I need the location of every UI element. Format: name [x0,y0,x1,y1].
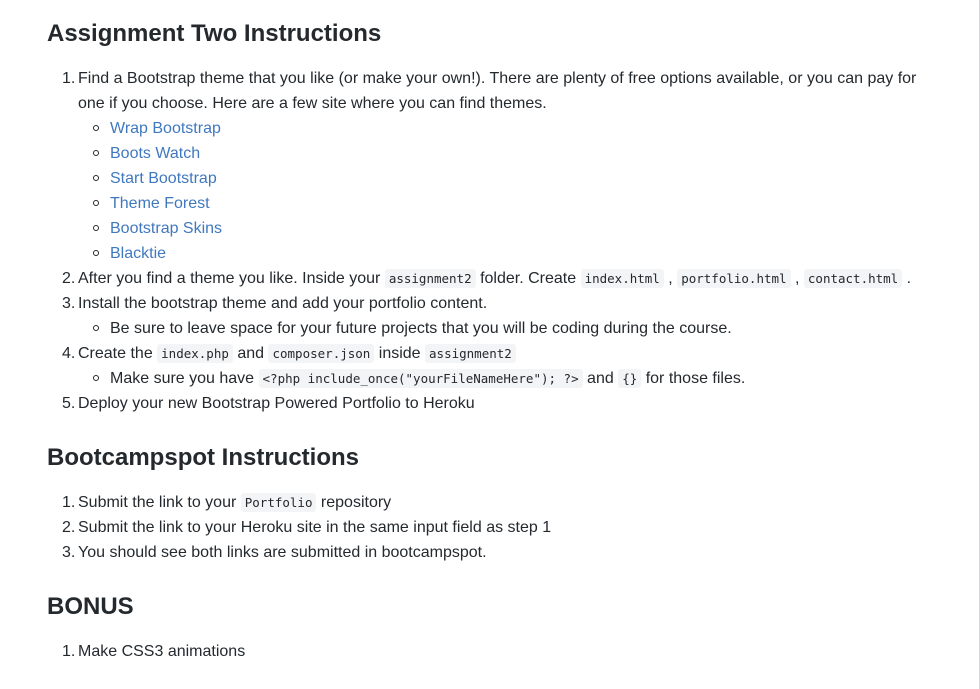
code-assignment2: assignment2 [384,269,476,288]
code-contact-html: contact.html [803,269,903,288]
bullet-icon [93,200,99,206]
bullet-icon [93,125,99,131]
bonus-heading: BONUS [47,593,134,620]
code-composer-json: composer.json [268,344,375,363]
boots-watch-link[interactable]: Boots Watch [110,141,200,166]
start-bootstrap-link[interactable]: Start Bootstrap [110,166,217,191]
step-1-text: Find a Bootstrap theme that you like (or… [78,70,917,112]
blacktie-link[interactable]: Blacktie [110,241,166,266]
bootstrap-skins-link[interactable]: Bootstrap Skins [110,216,222,241]
code-portfolio-html: portfolio.html [677,269,791,288]
assignment-step-1: 1. Find a Bootstrap theme that you like … [0,66,980,116]
bootcampspot-heading: Bootcampspot Instructions [47,444,360,471]
code-index-php: index.php [157,344,233,363]
code-braces: {} [618,369,642,388]
bullet-icon [93,150,99,156]
code-portfolio: Portfolio [240,493,317,512]
code-assignment2: assignment2 [425,344,516,363]
code-php-include: <?php include_once("yourFileNameHere"); … [258,369,583,388]
code-index-html: index.html [580,269,664,288]
theme-forest-link[interactable]: Theme Forest [110,191,210,216]
bullet-icon [93,325,99,331]
bullet-icon [93,175,99,181]
readme-page: Assignment Two Instructions 1. Find a Bo… [0,0,980,689]
bullet-icon [93,250,99,256]
bullet-icon [93,225,99,231]
assignment-heading: Assignment Two Instructions [47,20,382,47]
bullet-icon [93,375,99,381]
wrap-bootstrap-link[interactable]: Wrap Bootstrap [110,116,221,141]
